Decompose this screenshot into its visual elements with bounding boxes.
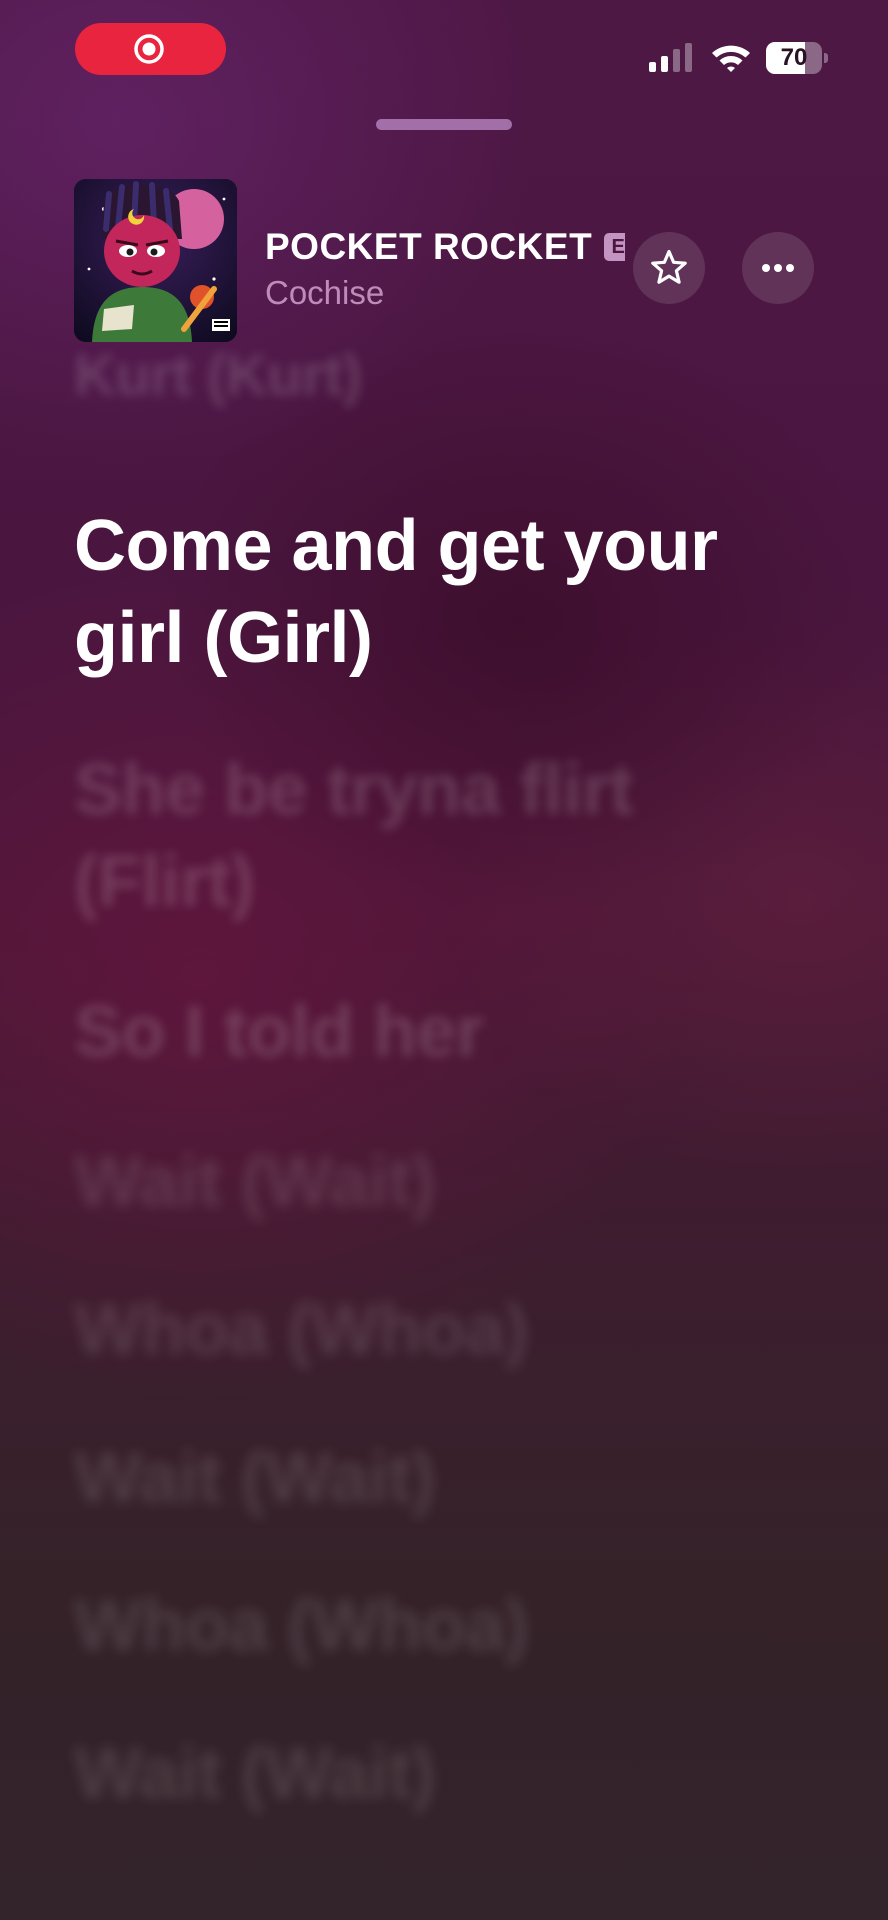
- screen-recording-indicator[interactable]: [75, 23, 226, 75]
- album-art-illustration: [74, 179, 237, 342]
- status-bar: 70: [0, 0, 888, 100]
- lyric-line-previous[interactable]: Kurt (Kurt): [74, 330, 774, 422]
- battery-icon: 70: [766, 42, 822, 74]
- lyric-line[interactable]: Whoa (Whoa): [74, 1580, 774, 1672]
- lyric-line[interactable]: Wait (Wait): [74, 1432, 774, 1524]
- lyric-line[interactable]: Wait (Wait): [74, 1728, 774, 1820]
- lyric-line[interactable]: Whoa (Whoa): [74, 1284, 774, 1376]
- battery-indicator: 70: [766, 42, 828, 74]
- lyric-line[interactable]: She be tryna flirt (Flirt): [74, 744, 774, 928]
- sheet-grabber[interactable]: [376, 119, 512, 130]
- record-icon: [134, 34, 164, 64]
- lyric-line-current[interactable]: Come and get your girl (Girl): [74, 500, 774, 684]
- now-playing-header: POCKET ROCKET E Cochise: [0, 170, 888, 350]
- track-title[interactable]: POCKET ROCKET: [265, 226, 592, 267]
- ellipsis-icon: [762, 264, 794, 272]
- favorite-button[interactable]: [633, 232, 705, 304]
- album-artwork[interactable]: [74, 179, 237, 342]
- artist-name[interactable]: Cochise: [265, 274, 384, 312]
- battery-level: 70: [780, 44, 808, 71]
- star-icon: [651, 249, 687, 284]
- battery-cap: [824, 53, 828, 63]
- wifi-icon: [712, 45, 750, 72]
- lyric-line[interactable]: So I told her: [74, 986, 774, 1078]
- track-title-row: POCKET ROCKET E: [265, 226, 625, 270]
- cellular-signal-icon: [649, 43, 692, 72]
- explicit-badge: E: [604, 233, 625, 261]
- lyric-line[interactable]: Wait (Wait): [74, 1136, 774, 1228]
- more-options-button[interactable]: [742, 232, 814, 304]
